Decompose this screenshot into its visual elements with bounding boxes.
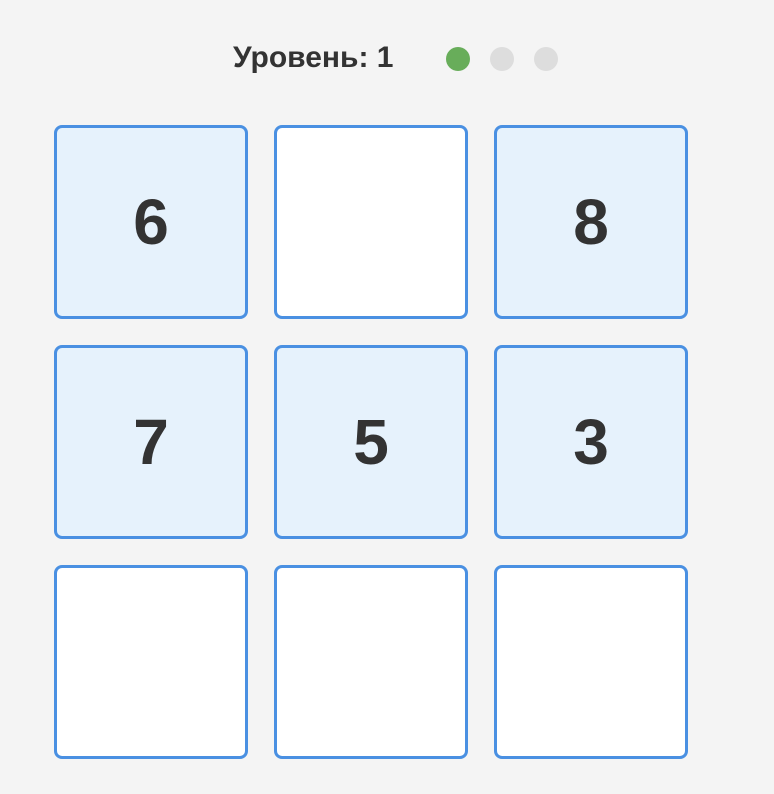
board-cell-r1c3[interactable]: 8 bbox=[494, 125, 688, 319]
board-cell-r2c1[interactable]: 7 bbox=[54, 345, 248, 539]
progress-dot-2 bbox=[490, 47, 514, 71]
progress-dot-1 bbox=[446, 47, 470, 71]
board-cell-r2c3[interactable]: 3 bbox=[494, 345, 688, 539]
game-board: 6 8 7 5 3 bbox=[54, 125, 694, 765]
level-label: Уровень: 1 bbox=[233, 41, 394, 74]
cell-value: 8 bbox=[573, 186, 609, 258]
cell-value: 6 bbox=[133, 186, 169, 258]
board-cell-r3c1[interactable] bbox=[54, 565, 248, 759]
board-cell-r2c2[interactable]: 5 bbox=[274, 345, 468, 539]
board-cell-r1c2[interactable] bbox=[274, 125, 468, 319]
level-header: Уровень: 1 bbox=[0, 34, 774, 82]
cell-value: 7 bbox=[133, 406, 169, 478]
progress-dot-3 bbox=[534, 47, 558, 71]
board-cell-r3c3[interactable] bbox=[494, 565, 688, 759]
cell-value: 5 bbox=[353, 406, 389, 478]
board-cell-r3c2[interactable] bbox=[274, 565, 468, 759]
board-cell-r1c1[interactable]: 6 bbox=[54, 125, 248, 319]
cell-value: 3 bbox=[573, 406, 609, 478]
